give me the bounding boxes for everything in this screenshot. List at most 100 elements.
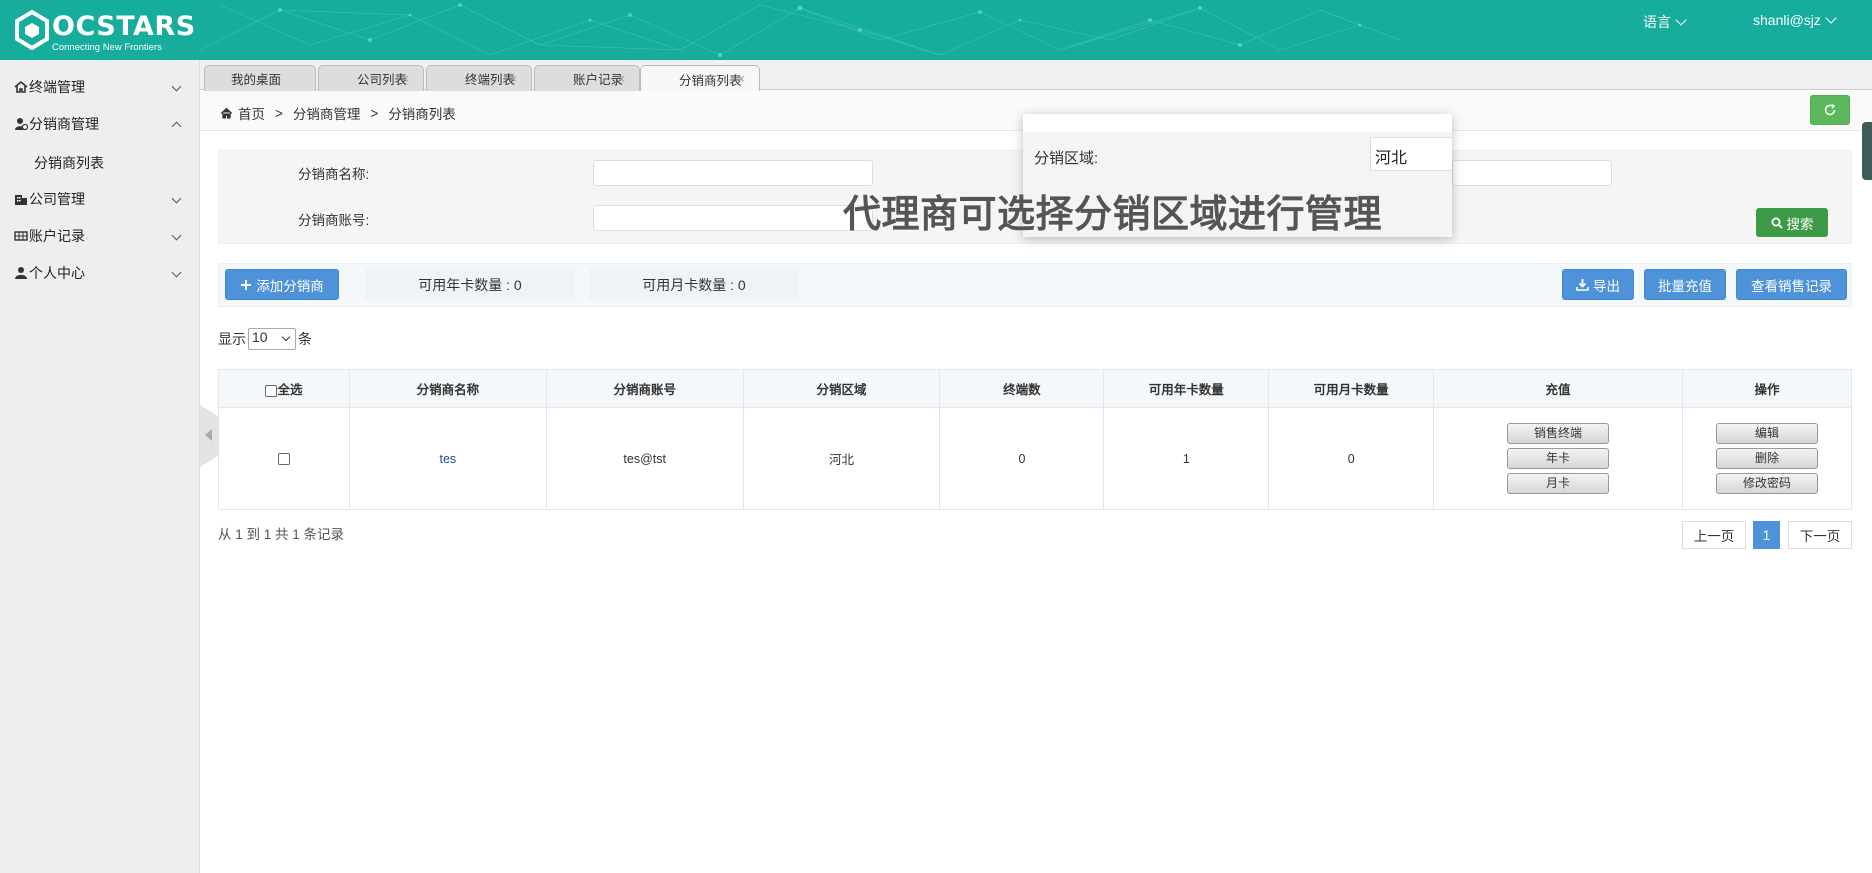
download-icon xyxy=(1576,279,1589,291)
tab-label: 公司列表 xyxy=(357,73,408,87)
refresh-icon xyxy=(1824,103,1836,116)
action-toolbar: 添加分销商 可用年卡数量 : 0 可用月卡数量 : 0 导出 批量充值 查看销售… xyxy=(218,263,1852,307)
sidebar-item-account-records[interactable]: 账户记录 xyxy=(0,218,200,254)
chevron-down-icon xyxy=(1825,12,1837,24)
network-pattern-decoration xyxy=(199,3,1401,57)
row-checkbox[interactable] xyxy=(277,453,290,466)
close-icon[interactable]: × xyxy=(617,71,625,86)
recharge-actions-cell: 销售终端 年卡 月卡 xyxy=(1433,407,1683,510)
refresh-button[interactable] xyxy=(1810,95,1850,125)
sidebar-collapse-handle[interactable] xyxy=(200,405,218,467)
overlay-caption: 代理商可选择分销区域进行管理 xyxy=(843,194,1383,236)
distributor-table: 全选 分销商名称 分销商账号 分销区域 终端数 可用年卡数量 可用月卡数量 充值… xyxy=(218,369,1853,510)
sell-terminal-button[interactable]: 销售终端 xyxy=(1507,423,1610,444)
close-icon[interactable]: × xyxy=(401,71,409,86)
export-button[interactable]: 导出 xyxy=(1562,269,1634,300)
breadcrumb-separator: > xyxy=(275,105,283,121)
home-icon xyxy=(14,80,28,93)
delete-button[interactable]: 删除 xyxy=(1715,448,1818,469)
sidebar-item-terminal-management[interactable]: 终端管理 xyxy=(0,69,200,105)
brand-logo[interactable]: OCSTARS Connecting New Frontiers xyxy=(14,10,204,54)
edit-button[interactable]: 编辑 xyxy=(1715,423,1818,444)
user-menu[interactable]: shanli@sjz xyxy=(1753,12,1837,28)
column-header: 分销商名称 xyxy=(348,369,547,408)
tab-label: 我的桌面 xyxy=(231,73,282,87)
sidebar-item-distributor-management[interactable]: 分销商管理 xyxy=(0,106,200,142)
export-button-label: 导出 xyxy=(1593,278,1620,294)
chevron-up-icon xyxy=(171,121,182,132)
add-distributor-label: 添加分销商 xyxy=(256,278,324,294)
logo-text: OCSTARS xyxy=(52,11,196,42)
next-page-button[interactable]: 下一页 xyxy=(1788,521,1852,549)
terminal-count-cell: 0 xyxy=(939,407,1105,510)
table-row: tes tes@tst 河北 0 1 0 销售终端 年卡 月卡 编辑 删除 修改… xyxy=(218,407,1853,510)
add-distributor-button[interactable]: 添加分销商 xyxy=(225,269,339,300)
search-button[interactable]: 搜索 xyxy=(1756,208,1828,237)
column-header: 终端数 xyxy=(939,369,1105,408)
column-header: 操作 xyxy=(1681,369,1853,408)
region-input[interactable]: 河北 xyxy=(1370,137,1452,171)
language-menu[interactable]: 语言 xyxy=(1643,12,1687,32)
distributor-region-input[interactable] xyxy=(1452,160,1612,186)
page-size-select[interactable]: 10 xyxy=(248,328,296,350)
column-header: 可用月卡数量 xyxy=(1268,369,1435,408)
user-group-icon xyxy=(15,118,28,131)
sidebar-subitem-distributor-list[interactable]: 分销商列表 xyxy=(34,153,104,173)
yearly-cards-cell: 1 xyxy=(1103,407,1270,510)
tab-terminal-list[interactable]: 终端列表 × xyxy=(426,65,532,91)
select-all-header[interactable]: 全选 xyxy=(218,369,350,408)
search-icon xyxy=(1771,217,1783,229)
breadcrumb-home[interactable]: 首页 xyxy=(238,103,265,123)
distributor-account-label: 分销商账号: xyxy=(298,213,370,228)
user-menu-label: shanli@sjz xyxy=(1753,12,1821,28)
sidebar-item-company-management[interactable]: 公司管理 xyxy=(0,181,200,217)
change-password-button[interactable]: 修改密码 xyxy=(1715,473,1818,494)
column-header: 可用年卡数量 xyxy=(1103,369,1270,408)
yearly-card-button[interactable]: 年卡 xyxy=(1507,448,1610,469)
tab-distributor-list[interactable]: 分销商列表 × xyxy=(640,65,760,92)
sidebar-item-label: 分销商管理 xyxy=(29,116,99,132)
user-icon xyxy=(15,267,27,279)
chevron-down-icon xyxy=(171,81,182,92)
sidebar-item-personal-center[interactable]: 个人中心 xyxy=(0,255,200,291)
distributor-name-input[interactable] xyxy=(593,160,873,186)
chevron-down-icon xyxy=(171,193,182,204)
sidebar-item-label: 终端管理 xyxy=(29,79,85,95)
distributor-region-cell: 河北 xyxy=(742,407,941,510)
distributor-name-cell: tes xyxy=(348,407,547,510)
chevron-down-icon xyxy=(171,267,182,278)
distributor-account-input[interactable] xyxy=(593,205,873,231)
close-icon[interactable]: × xyxy=(737,71,745,86)
search-button-label: 搜索 xyxy=(1786,216,1814,232)
view-sales-records-button[interactable]: 查看销售记录 xyxy=(1736,269,1847,300)
tab-company-list[interactable]: 公司列表 × xyxy=(318,65,424,91)
select-all-checkbox[interactable] xyxy=(265,384,278,397)
caret-left-icon xyxy=(205,429,212,441)
logo-mark-icon xyxy=(15,10,49,50)
distributor-account-cell: tes@tst xyxy=(545,407,744,510)
column-header: 分销商账号 xyxy=(545,369,744,408)
page-1-button[interactable]: 1 xyxy=(1753,521,1780,549)
distributor-name-link[interactable]: tes xyxy=(439,452,456,466)
tab-my-desktop[interactable]: 我的桌面 xyxy=(204,65,316,91)
close-icon[interactable]: × xyxy=(509,71,517,86)
sidebar-item-label: 公司管理 xyxy=(29,191,85,207)
breadcrumb-separator: > xyxy=(370,105,379,121)
yearly-cards-count: 可用年卡数量 : 0 xyxy=(365,269,575,300)
side-panel-toggle[interactable] xyxy=(1862,122,1872,180)
monthly-cards-count: 可用月卡数量 : 0 xyxy=(589,269,799,300)
building-icon xyxy=(15,195,27,205)
table-header-row: 全选 分销商名称 分销商账号 分销区域 终端数 可用年卡数量 可用月卡数量 充值… xyxy=(218,369,1853,408)
breadcrumb-level1[interactable]: 分销商管理 xyxy=(293,103,361,123)
prev-page-button[interactable]: 上一页 xyxy=(1682,521,1746,549)
chevron-down-icon xyxy=(171,230,182,241)
tab-label: 分销商列表 xyxy=(679,73,742,88)
record-info: 从 1 到 1 共 1 条记录 xyxy=(218,527,345,542)
tab-label: 账户记录 xyxy=(573,73,624,87)
batch-recharge-button[interactable]: 批量充值 xyxy=(1644,269,1726,300)
monthly-card-button[interactable]: 月卡 xyxy=(1507,473,1610,494)
row-select-cell xyxy=(218,407,350,510)
table-icon xyxy=(14,231,28,241)
region-label: 分销区域: xyxy=(1034,150,1099,167)
tab-account-records[interactable]: 账户记录 × xyxy=(534,65,640,91)
